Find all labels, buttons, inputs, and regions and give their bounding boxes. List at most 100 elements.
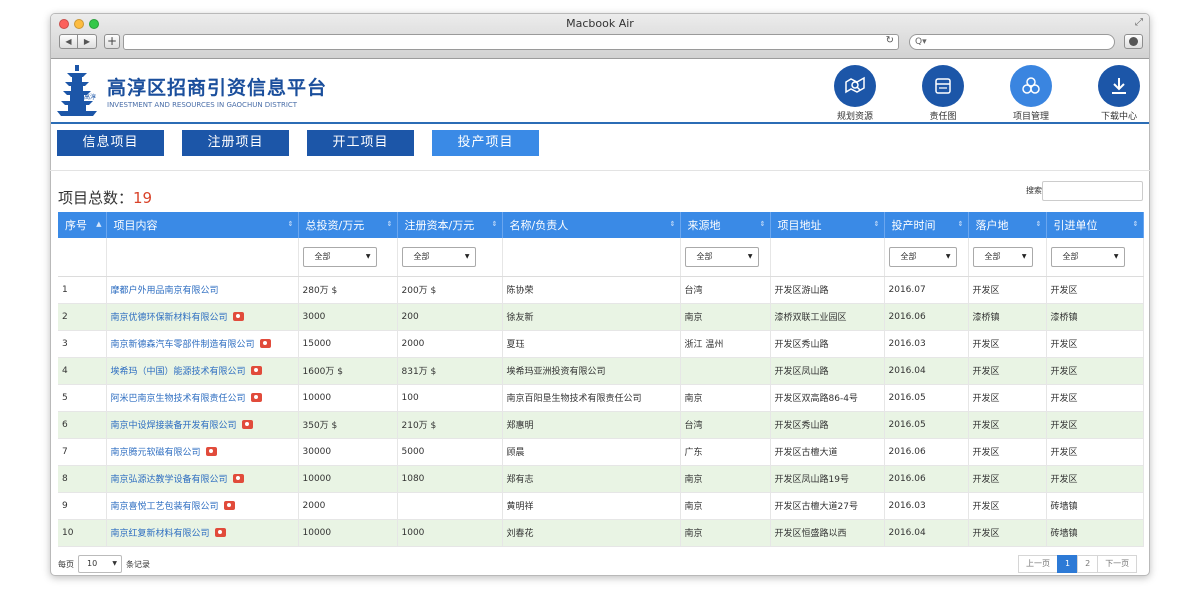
table-cell: 7 (58, 438, 107, 466)
sort-asc-icon[interactable]: ▲ (96, 220, 101, 228)
cell-value: 350万 $ (302, 421, 338, 431)
sort-icon[interactable]: ⇕ (1036, 220, 1042, 228)
table-cell: 南京中设焊接装备开发有限公司 (106, 411, 299, 439)
filter-cell (58, 238, 107, 277)
table-row[interactable]: 9 南京喜悦工艺包装有限公司 2000 黄明祥 南京 开发区古檀大道27号 2016.03 开… (58, 492, 1144, 520)
total-investment-filter[interactable]: 全部 (302, 246, 377, 267)
camera-icon[interactable] (205, 447, 217, 456)
column-header[interactable]: 名称/负责人 ⇕ (502, 212, 681, 238)
cell-value: 6 (62, 419, 68, 430)
origin-filter[interactable]: 全部 (684, 246, 759, 267)
table-cell: 开发区凤山路 (770, 357, 885, 385)
cell-value: 开发区 (1050, 448, 1078, 458)
project-link[interactable]: 南京优德环保新材料有限公司 (111, 313, 228, 323)
nav-label: 规划资源 (836, 112, 873, 122)
table-row[interactable]: 6 南京中设焊接装备开发有限公司 350万 $ 210万 $ 郑惠明 台湾 开发区秀山路 20… (58, 411, 1144, 439)
table-cell: 徐友新 (502, 303, 681, 331)
nav-responsibility-map[interactable]: 责任图 (913, 65, 973, 122)
sort-icon[interactable]: ⇕ (1133, 220, 1139, 228)
new-tab-button[interactable]: + (104, 34, 120, 49)
table-row[interactable]: 5 阿米巴南京生物技术有限责任公司 10000 100 南京百阳垦生物技术有限责任公司 南… (58, 384, 1144, 412)
nav-download-center[interactable]: 下载中心 (1089, 65, 1149, 122)
table-row[interactable]: 8 南京弘源达教学设备有限公司 10000 1080 郑有志 南京 开发区凤山路19号 201… (58, 465, 1144, 493)
column-header[interactable]: 总投资/万元 ⇕ (298, 212, 398, 238)
page-1-button[interactable]: 1 (1057, 555, 1079, 573)
column-header[interactable]: 来源地 ⇕ (680, 212, 771, 238)
cell-value: 开发区 (972, 286, 1000, 296)
project-link[interactable]: 摩都户外用品南京有限公司 (111, 286, 219, 296)
project-link[interactable]: 南京中设焊接装备开发有限公司 (111, 421, 237, 431)
location-filter[interactable]: 全部 (972, 246, 1033, 267)
tab-registered-projects[interactable]: 注册项目 (182, 130, 289, 156)
cell-value: 砖墙镇 (1050, 502, 1078, 512)
sort-icon[interactable]: ⇕ (760, 220, 766, 228)
table-cell: 9 (58, 492, 107, 520)
table-search-input[interactable] (1042, 181, 1143, 201)
column-header[interactable]: 项目内容 ⇕ (106, 212, 299, 238)
table-cell: 开发区 (968, 330, 1047, 358)
cell-value: 埃希玛亚洲投资有限公司 (506, 367, 606, 377)
registered-capital-filter[interactable]: 全部 (401, 246, 476, 267)
sort-icon[interactable]: ⇕ (958, 220, 964, 228)
url-bar[interactable]: ↻ (123, 34, 899, 50)
sort-icon[interactable]: ⇕ (492, 220, 498, 228)
project-link[interactable]: 南京新德森汽车零部件制造有限公司 (111, 340, 255, 350)
tab-info-projects[interactable]: 信息项目 (57, 130, 164, 156)
column-header[interactable]: 投产时间 ⇕ (884, 212, 969, 238)
project-link[interactable]: 南京腾元软磁有限公司 (111, 448, 201, 458)
table-cell: 开发区恒盛路以西 (770, 519, 885, 547)
cell-value: 开发区 (972, 448, 1000, 458)
camera-icon[interactable] (241, 420, 253, 429)
cell-value: 郑惠明 (506, 421, 534, 431)
column-header[interactable]: 落户地 ⇕ (968, 212, 1047, 238)
table-row[interactable]: 3 南京新德森汽车零部件制造有限公司 15000 2000 夏珏 浙江 温州 开发区秀山路 2… (58, 330, 1144, 358)
page-2-button[interactable]: 2 (1077, 555, 1099, 573)
sort-icon[interactable]: ⇕ (387, 220, 393, 228)
table-row[interactable]: 2 南京优德环保新材料有限公司 3000 200 徐友新 南京 漆桥双联工业园区 2016.0… (58, 303, 1144, 331)
table-cell: 南京 (680, 465, 771, 493)
sort-icon[interactable]: ⇕ (670, 220, 676, 228)
tab-started-projects[interactable]: 开工项目 (307, 130, 414, 156)
column-header[interactable]: 项目地址 ⇕ (770, 212, 885, 238)
camera-icon[interactable] (250, 366, 262, 375)
downloads-button[interactable] (1124, 34, 1143, 49)
tab-production-projects[interactable]: 投产项目 (432, 130, 539, 156)
page-size-select[interactable]: 10 (78, 555, 122, 573)
column-header[interactable]: 引进单位 ⇕ (1046, 212, 1144, 238)
prev-page-button[interactable]: 上一页 (1018, 555, 1058, 573)
camera-icon[interactable] (214, 528, 226, 537)
table-cell (680, 357, 771, 385)
table-row[interactable]: 4 埃希玛（中国）能源技术有限公司 1600万 $ 831万 $ 埃希玛亚洲投资有限公司… (58, 357, 1144, 385)
table-row[interactable]: 7 南京腾元软磁有限公司 30000 5000 顾晨 广东 开发区古檀大道 2016.06 开发… (58, 438, 1144, 466)
nav-project-management[interactable]: 项目管理 (1001, 65, 1061, 122)
column-header[interactable]: 注册资本/万元 ⇕ (397, 212, 503, 238)
fullscreen-icon[interactable]: ⤢ (1135, 17, 1143, 28)
project-link[interactable]: 南京喜悦工艺包装有限公司 (111, 502, 219, 512)
table-cell: 台湾 (680, 276, 771, 304)
introducer-filter[interactable]: 全部 (1050, 246, 1125, 267)
reload-icon[interactable]: ↻ (886, 35, 894, 46)
camera-icon[interactable] (259, 339, 271, 348)
project-link[interactable]: 南京红复新材料有限公司 (111, 529, 210, 539)
project-link[interactable]: 南京弘源达教学设备有限公司 (111, 475, 228, 485)
nav-planning-resources[interactable]: 规划资源 (825, 65, 885, 122)
column-header[interactable]: 序号 ▲ (58, 212, 107, 238)
camera-icon[interactable] (250, 393, 262, 402)
project-link[interactable]: 阿米巴南京生物技术有限责任公司 (111, 394, 246, 404)
next-page-button[interactable]: 下一页 (1097, 555, 1138, 573)
browser-search-field[interactable]: Q▾ (909, 34, 1115, 50)
camera-icon[interactable] (232, 312, 244, 321)
camera-icon[interactable] (223, 501, 235, 510)
sort-icon[interactable]: ⇕ (288, 220, 294, 228)
back-button[interactable]: ◀ (59, 34, 78, 49)
table-cell: 南京百阳垦生物技术有限责任公司 (502, 384, 681, 412)
camera-icon[interactable] (232, 474, 244, 483)
table-row[interactable]: 1 摩都户外用品南京有限公司 280万 $ 200万 $ 陈协荣 台湾 开发区游山路 2016… (58, 276, 1144, 304)
sort-icon[interactable]: ⇕ (874, 220, 880, 228)
production-date-filter[interactable]: 全部 (888, 246, 957, 267)
cell-value: 开发区 (972, 394, 1000, 404)
forward-button[interactable]: ▶ (78, 34, 97, 49)
table-row[interactable]: 10 南京红复新材料有限公司 10000 1000 刘春花 南京 开发区恒盛路以西 2016.… (58, 519, 1144, 547)
project-link[interactable]: 埃希玛（中国）能源技术有限公司 (111, 367, 246, 377)
table-cell: 南京喜悦工艺包装有限公司 (106, 492, 299, 520)
